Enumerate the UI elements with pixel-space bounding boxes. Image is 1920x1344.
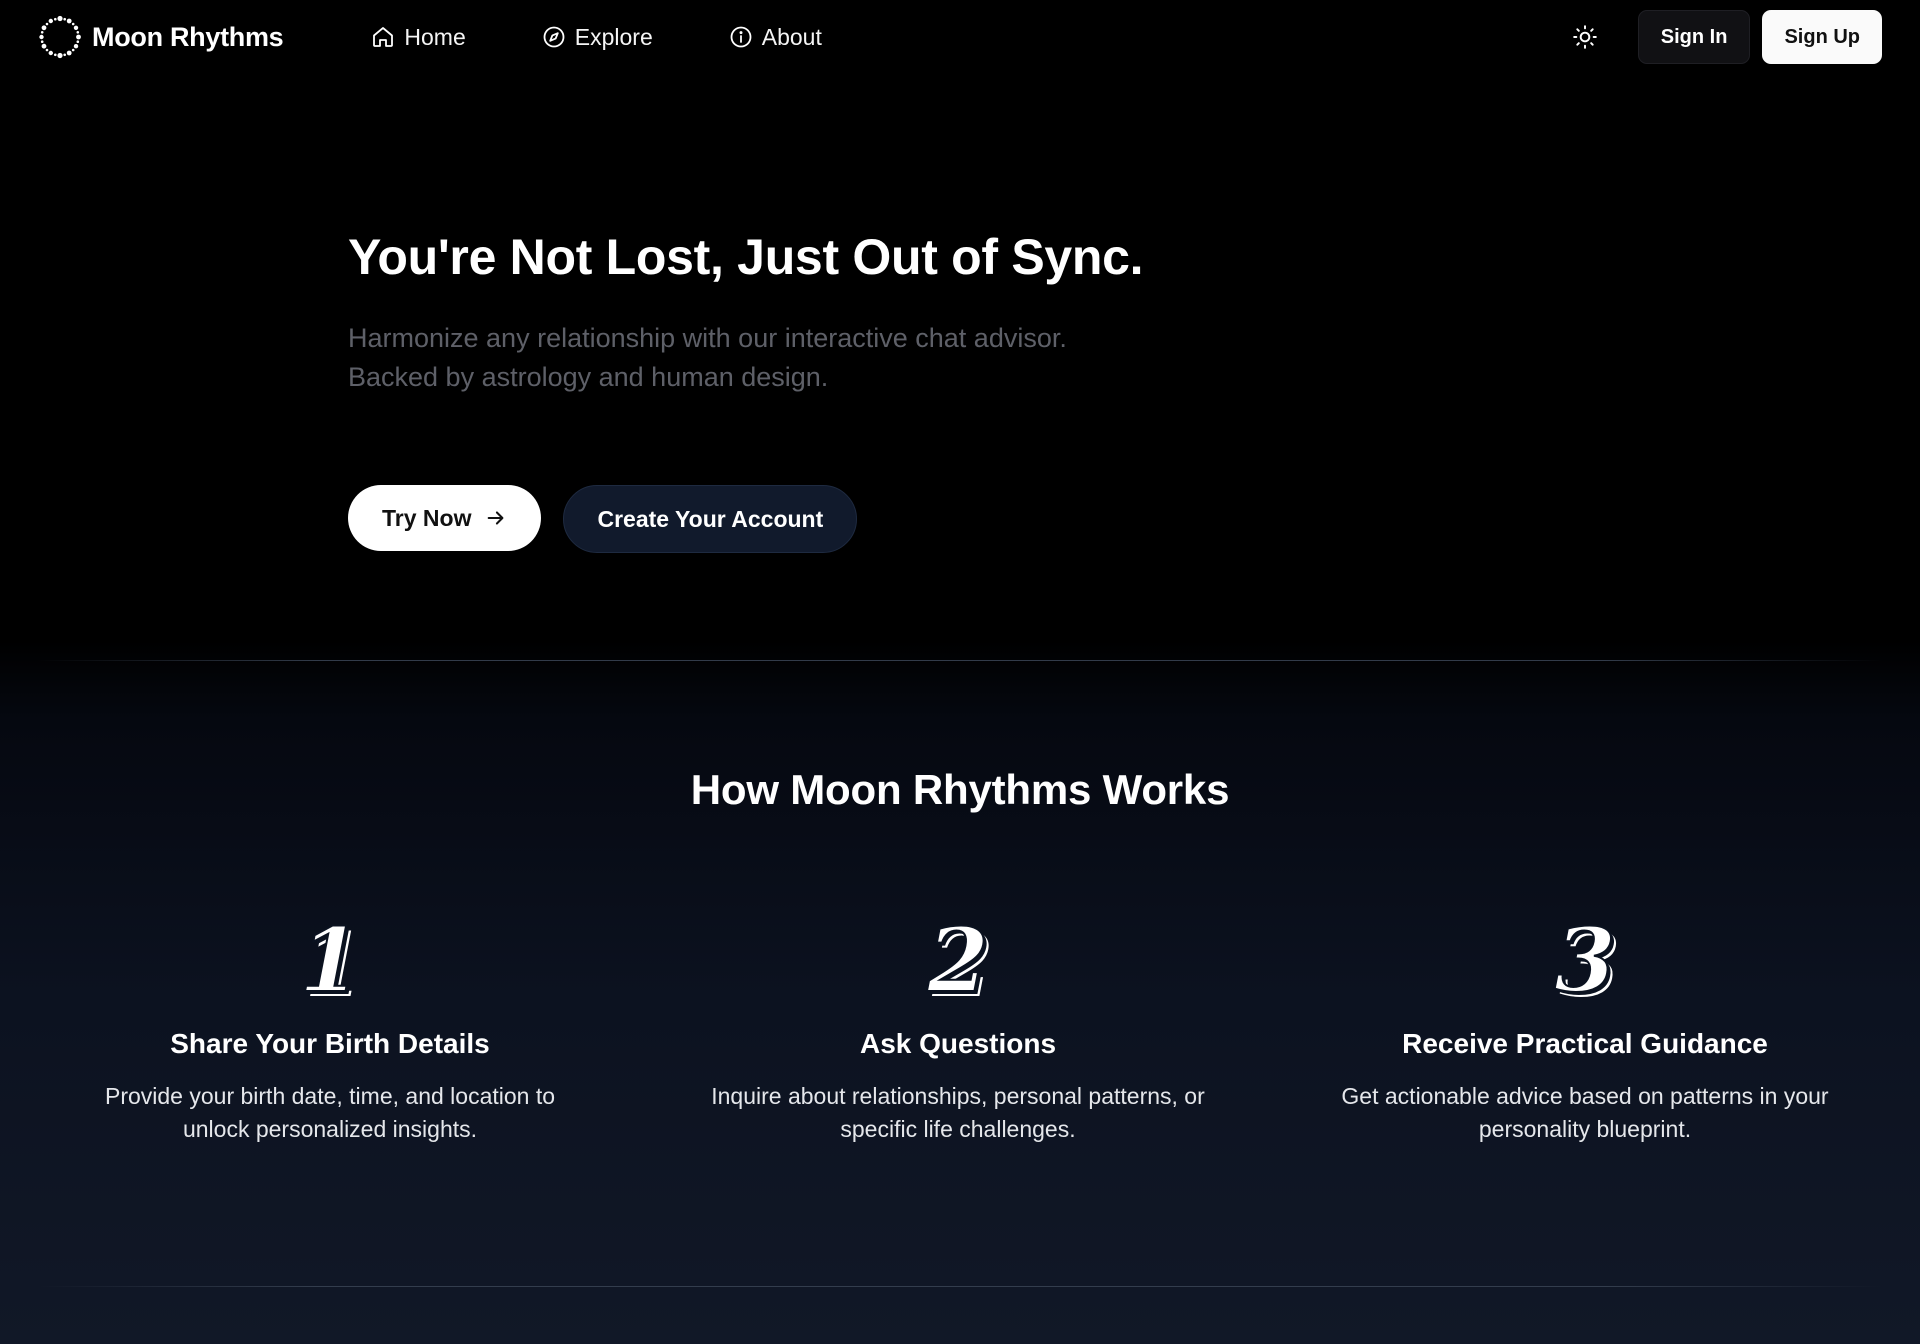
step-number: 2 (688, 908, 1228, 1012)
moon-logo-icon (39, 15, 81, 59)
nav-link-about[interactable]: About (729, 24, 822, 51)
hero-title: You're Not Lost, Just Out of Sync. (348, 229, 1144, 285)
try-now-label: Try Now (382, 504, 472, 531)
nav-actions: Sign In Sign Up (1564, 10, 1882, 64)
arrow-right-icon (488, 511, 504, 525)
hero-subtitle-line: Harmonize any relationship with our inte… (348, 323, 1067, 353)
sign-in-button[interactable]: Sign In (1637, 10, 1751, 64)
step-description: Get actionable advice based on patterns … (1315, 1080, 1855, 1146)
try-now-button[interactable]: Try Now (348, 485, 542, 551)
brand-link[interactable]: Moon Rhythms (38, 15, 284, 59)
step-description: Provide your birth date, time, and locat… (60, 1080, 600, 1146)
step-description-line: Provide your birth date, time, and locat… (104, 1083, 556, 1109)
step-title: Ask Questions (859, 1028, 1057, 1059)
step-title: Share Your Birth Details (170, 1028, 490, 1059)
main-nav: Home Explore About (371, 23, 822, 51)
step-number-text: 3 (1553, 908, 1616, 1012)
step-title: Receive Practical Guidance (1402, 1028, 1768, 1059)
hero-section: You're Not Lost, Just Out of Sync. Harmo… (348, 229, 1348, 553)
create-account-button[interactable]: Create Your Account (563, 485, 858, 553)
compass-icon (543, 26, 565, 48)
hero-subtitle-line: Backed by astrology and human design. (348, 362, 829, 392)
hero-actions: Try Now Create Your Account (348, 485, 858, 553)
nav-link-label: Home (404, 23, 466, 50)
step-description: Inquire about relationships, personal pa… (688, 1080, 1228, 1146)
step-card: 2 Ask Questions Inquire about relationsh… (688, 908, 1228, 1146)
hero-subtitle: Harmonize any relationship with our inte… (348, 319, 1348, 397)
step-description-line: Get actionable advice based on patterns … (1341, 1083, 1829, 1109)
step-description-line: Inquire about relationships, personal pa… (711, 1083, 1205, 1109)
home-icon (373, 27, 394, 47)
top-navbar: Moon Rhythms Home Explore About Sign In … (0, 0, 1920, 74)
step-description-line: personality blueprint. (1478, 1116, 1692, 1142)
step-description-line: specific life challenges. (840, 1116, 1076, 1142)
sun-icon (1572, 25, 1597, 49)
theme-toggle-button[interactable] (1564, 16, 1606, 58)
section-divider (38, 1286, 1882, 1287)
nav-link-label: Explore (574, 23, 653, 50)
info-icon (730, 26, 752, 48)
sign-up-button[interactable]: Sign Up (1762, 10, 1882, 64)
step-card: 3 Receive Practical Guidance Get actiona… (1315, 908, 1855, 1146)
step-number: 3 (1315, 908, 1855, 1012)
step-number-text: 1 (298, 908, 361, 1012)
nav-link-label: About (761, 23, 822, 50)
step-number-text: 2 (926, 908, 989, 1012)
nav-link-explore[interactable]: Explore (542, 24, 653, 51)
step-card: 1 Share Your Birth Details Provide your … (60, 908, 600, 1146)
step-number: 1 (60, 908, 600, 1012)
how-it-works-title: How Moon Rhythms Works (690, 766, 1230, 813)
section-divider (38, 660, 1882, 661)
nav-link-home[interactable]: Home (371, 23, 466, 51)
brand-name: Moon Rhythms (92, 21, 284, 52)
step-description-line: unlock personalized insights. (182, 1116, 478, 1142)
